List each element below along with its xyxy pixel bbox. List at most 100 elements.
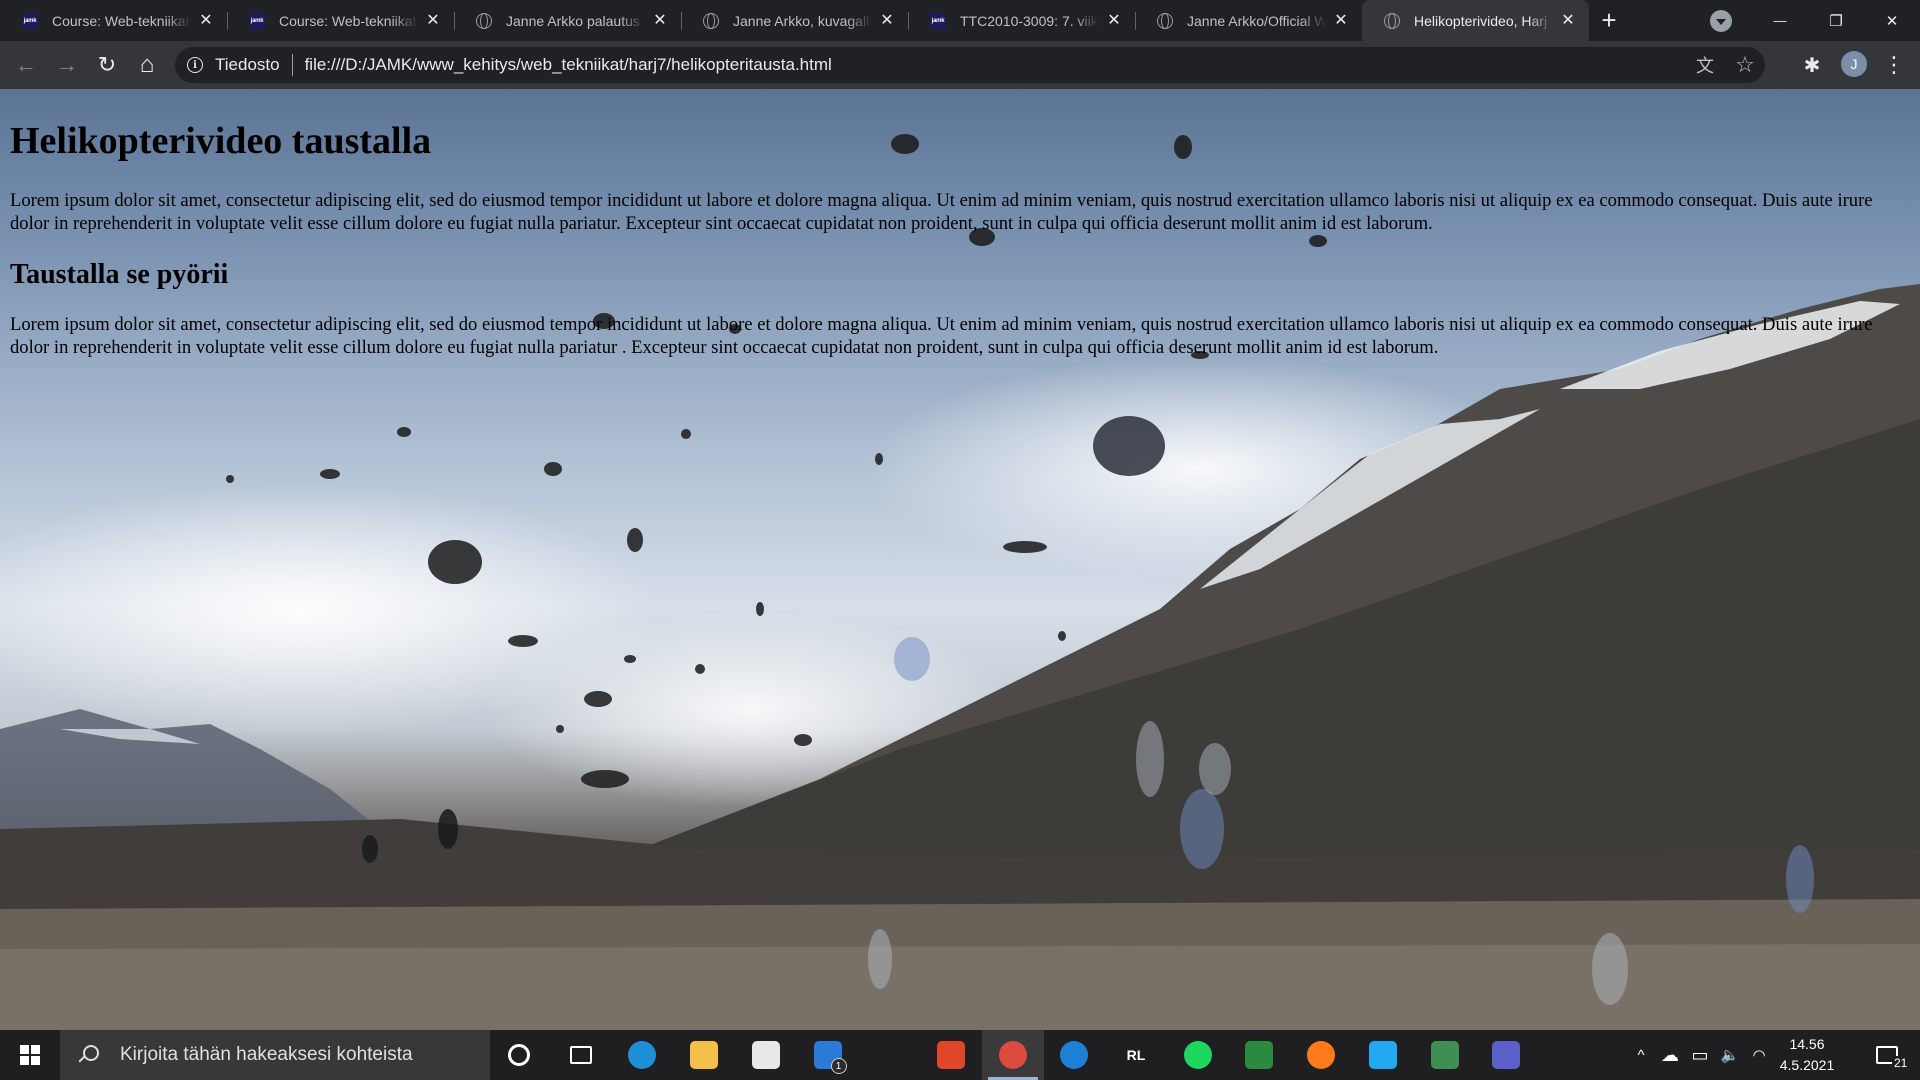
system-clock[interactable]: 14.56 4.5.2021 — [1772, 1034, 1842, 1076]
excel-chart-icon — [1245, 1041, 1274, 1069]
tab-close-icon[interactable]: ✕ — [878, 12, 896, 30]
jamk-favicon-icon: jamk — [930, 12, 946, 29]
network-icon[interactable]: ◠ — [1746, 1030, 1772, 1080]
office-icon — [936, 1041, 965, 1069]
vscode-icon — [1368, 1041, 1397, 1069]
page-viewport: Helikopterivideo taustalla Lorem ipsum d… — [0, 89, 1920, 1030]
autodesk-icon — [875, 1041, 904, 1069]
window-minimize-button[interactable]: — — [1752, 0, 1808, 41]
extensions-icon[interactable]: ✱ — [1796, 49, 1828, 81]
tab-search-icon[interactable] — [1710, 10, 1732, 32]
jamk-favicon-icon: jamk — [249, 12, 265, 29]
browser-menu-icon[interactable]: ⋮ — [1878, 49, 1910, 81]
tab-strip: jamk Course: Web-tekniikat ✕ jamk Course: We… — [0, 0, 1920, 41]
taskbar-app-autodesk[interactable] — [858, 1030, 920, 1080]
section-heading: Taustalla se pyörii — [10, 259, 229, 290]
cortana-icon — [508, 1044, 530, 1066]
taskbar-app-excel-chart[interactable] — [1228, 1030, 1290, 1080]
search-icon — [78, 1045, 99, 1065]
taskbar-app-app-green[interactable] — [1414, 1030, 1476, 1080]
clock-date: 4.5.2021 — [1779, 1057, 1835, 1073]
taskbar-app-edge[interactable] — [611, 1030, 673, 1080]
tab-close-icon[interactable]: ✕ — [1105, 12, 1123, 30]
file-explorer-icon — [690, 1041, 719, 1069]
tab-close-icon[interactable]: ✕ — [197, 12, 215, 30]
browser-tab[interactable]: Janne Arkko palautus ✕ — [454, 0, 681, 41]
globe-icon — [476, 12, 492, 29]
onedrive-icon[interactable]: ☁ — [1656, 1030, 1684, 1080]
spotify-icon — [1183, 1041, 1212, 1069]
browser-tab[interactable]: jamk TTC2010-3009: 7. viikko ✕ — [908, 0, 1135, 41]
tab-title: Course: Web-tekniikat — [52, 12, 190, 29]
taskbar-app-spotify[interactable] — [1167, 1030, 1229, 1080]
browser-tab[interactable]: Janne Arkko/Official W ✕ — [1135, 0, 1362, 41]
taskbar-search-box[interactable]: Kirjoita tähän hakeaksesi kohteista — [60, 1030, 490, 1080]
browser-tab[interactable]: Helikopterivideo, Harj ✕ — [1362, 0, 1589, 41]
page-content: Helikopterivideo taustalla Lorem ipsum d… — [0, 89, 1920, 367]
tab-title: Janne Arkko/Official W — [1187, 12, 1326, 29]
taskbar-app-chrome[interactable] — [981, 1030, 1044, 1080]
notification-center-icon[interactable]: 21 — [1862, 1030, 1912, 1080]
address-bar[interactable]: i Tiedosto file:///D:/JAMK/www_kehitys/w… — [175, 47, 1765, 83]
browser-tab[interactable]: Janne Arkko, kuvagalleria ✕ — [681, 0, 908, 41]
taskbar-app-cortana[interactable] — [488, 1030, 550, 1080]
tab-title: Course: Web-tekniikat — [279, 12, 417, 29]
globe-icon — [703, 12, 719, 29]
mail-badge: 1 — [830, 1058, 847, 1074]
taskbar-app-rocket-league[interactable]: RL — [1105, 1030, 1167, 1080]
clock-time: 14.56 — [1789, 1036, 1825, 1052]
taskbar-app-vscode[interactable] — [1352, 1030, 1414, 1080]
page-heading: Helikopterivideo taustalla — [10, 120, 432, 162]
rocket-league-icon: RL — [1122, 1041, 1150, 1069]
taskbar-app-app-blue[interactable] — [1043, 1030, 1105, 1080]
translate-icon[interactable]: 文 — [1685, 47, 1725, 83]
tab-title: TTC2010-3009: 7. viikko — [960, 12, 1099, 29]
taskbar-app-mail[interactable]: 1 — [797, 1030, 859, 1080]
back-button[interactable]: ← — [10, 49, 42, 81]
tab-close-icon[interactable]: ✕ — [1559, 12, 1577, 30]
site-info-icon[interactable]: i — [187, 57, 203, 73]
battery-icon[interactable]: ▭ — [1686, 1030, 1714, 1080]
browser-tab[interactable]: jamk Course: Web-tekniikat ✕ — [0, 0, 227, 41]
task-view-icon — [569, 1046, 592, 1064]
window-close-button[interactable]: ✕ — [1864, 0, 1920, 41]
windows-taskbar: Kirjoita tähän hakeaksesi kohteista 1 RL … — [0, 1030, 1920, 1080]
address-divider — [291, 54, 293, 76]
bookmark-star-icon[interactable]: ☆ — [1725, 47, 1765, 83]
forward-button[interactable]: → — [51, 49, 83, 81]
notification-count: 21 — [1892, 1056, 1910, 1070]
tab-list: jamk Course: Web-tekniikat ✕ jamk Course: We… — [0, 0, 1629, 41]
taskbar-app-file-explorer[interactable] — [673, 1030, 735, 1080]
tab-close-icon[interactable]: ✕ — [424, 12, 442, 30]
security-label[interactable]: Tiedosto — [215, 55, 280, 75]
profile-avatar[interactable]: J — [1841, 51, 1867, 77]
window-maximize-button[interactable]: ❐ — [1808, 0, 1864, 41]
taskbar-app-task-view[interactable] — [550, 1030, 612, 1080]
globe-icon — [1157, 12, 1173, 29]
tab-title: Janne Arkko, kuvagalleria — [733, 12, 872, 29]
start-button[interactable] — [0, 1030, 60, 1080]
tab-close-icon[interactable]: ✕ — [651, 12, 669, 30]
jamk-favicon-icon: jamk — [22, 12, 38, 29]
browser-tab[interactable]: jamk Course: Web-tekniikat ✕ — [227, 0, 454, 41]
tab-title: Helikopterivideo, Harj — [1414, 12, 1548, 29]
new-tab-button[interactable]: + — [1589, 0, 1629, 41]
browser-toolbar: ← → ↻ ⌂ i Tiedosto file:///D:/JAMK/www_k… — [0, 41, 1920, 89]
url-text[interactable]: file:///D:/JAMK/www_kehitys/web_tekniika… — [305, 55, 832, 75]
home-button[interactable]: ⌂ — [131, 49, 163, 81]
taskbar-app-firefox[interactable] — [1290, 1030, 1352, 1080]
taskbar-app-microsoft-store[interactable] — [735, 1030, 797, 1080]
tab-title: Janne Arkko palautus — [506, 12, 640, 29]
taskbar-app-teams[interactable] — [1475, 1030, 1537, 1080]
app-green-icon — [1430, 1041, 1459, 1069]
teams-icon — [1492, 1041, 1521, 1069]
intro-paragraph: Lorem ipsum dolor sit amet, consectetur … — [10, 190, 1873, 234]
reload-button[interactable]: ↻ — [91, 49, 123, 81]
microsoft-store-icon — [751, 1041, 780, 1069]
chrome-icon — [998, 1041, 1027, 1069]
section-paragraph: Lorem ipsum dolor sit amet, consectetur … — [10, 314, 1873, 358]
tray-overflow-icon[interactable]: ^ — [1628, 1030, 1654, 1080]
volume-icon[interactable]: 🔈 — [1716, 1030, 1744, 1080]
tab-close-icon[interactable]: ✕ — [1332, 12, 1350, 30]
taskbar-app-office[interactable] — [920, 1030, 982, 1080]
